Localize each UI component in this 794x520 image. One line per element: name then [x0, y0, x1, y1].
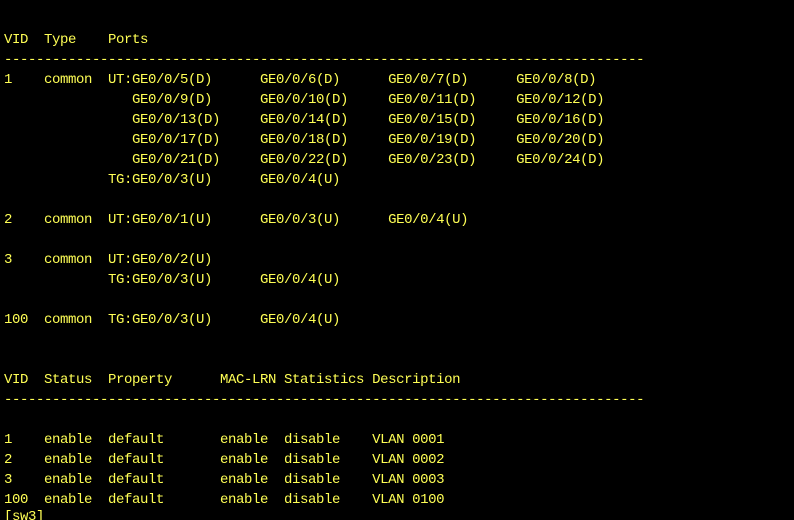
vlan-1-ports-row: GE0/0/13(D) GE0/0/14(D) GE0/0/15(D) GE0/…: [4, 112, 605, 128]
separator-line: ----------------------------------------…: [4, 392, 645, 408]
vlan-3-ports-row: 3 common UT:GE0/0/2(U): [4, 252, 213, 268]
vlan-1-ports-row: GE0/0/17(D) GE0/0/18(D) GE0/0/19(D) GE0/…: [4, 132, 605, 148]
vlan-1-tagged-row: TG:GE0/0/3(U) GE0/0/4(U): [4, 172, 341, 188]
separator-line: ----------------------------------------…: [4, 0, 645, 8]
vlan-1-ports-row: GE0/0/21(D) GE0/0/22(D) GE0/0/23(D) GE0/…: [4, 152, 605, 168]
vlan-2-status-row: 2 enable default enable disable VLAN 000…: [4, 452, 445, 468]
vlan-status-header: VID Status Property MAC-LRN Statistics D…: [4, 372, 461, 388]
separator-line: ----------------------------------------…: [4, 52, 645, 68]
vlan-3-status-row: 3 enable default enable disable VLAN 000…: [4, 472, 445, 488]
vlan-3-tagged-row: TG:GE0/0/3(U) GE0/0/4(U): [4, 272, 341, 288]
vlan-1-ports-row: GE0/0/9(D) GE0/0/10(D) GE0/0/11(D) GE0/0…: [4, 92, 605, 108]
vlan-1-ports-row: 1 common UT:GE0/0/5(D) GE0/0/6(D) GE0/0/…: [4, 72, 597, 88]
command-prompt[interactable]: [sw3]: [4, 507, 44, 520]
vlan-2-ports-row: 2 common UT:GE0/0/1(U) GE0/0/3(U) GE0/0/…: [4, 212, 469, 228]
vlan-1-status-row: 1 enable default enable disable VLAN 000…: [4, 432, 445, 448]
vlan-100-ports-row: 100 common TG:GE0/0/3(U) GE0/0/4(U): [4, 312, 341, 328]
vlan-ports-header: VID Type Ports: [4, 32, 149, 48]
vlan-100-status-row: 100 enable default enable disable VLAN 0…: [4, 492, 445, 508]
terminal-output[interactable]: ----------------------------------------…: [0, 0, 794, 520]
